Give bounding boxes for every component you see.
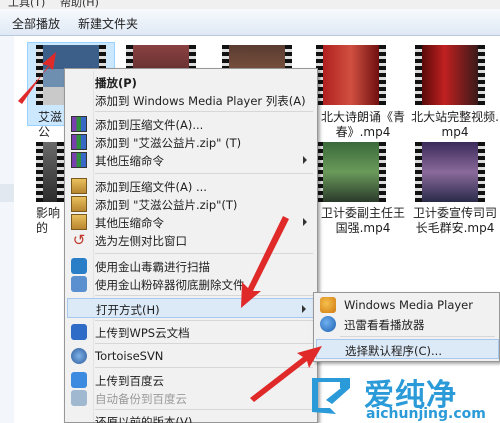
file-name[interactable]: 北大诗朗诵《青 春》.mp4 — [316, 110, 410, 140]
menu-item-other-compress-2[interactable]: 其他压缩命令 — [67, 213, 315, 231]
video-thumbnail[interactable] — [316, 45, 386, 105]
video-thumbnail[interactable] — [415, 45, 485, 105]
file-name-line: 北大站完整视频. — [411, 110, 499, 124]
menu-item-label: 添加到压缩文件(A)... — [95, 118, 204, 132]
menu-tools[interactable]: 工具(T) — [8, 0, 45, 9]
file-name-line: 卫计委宣传司司 — [412, 206, 497, 220]
menu-separator — [95, 253, 313, 254]
video-thumbnail[interactable] — [36, 142, 64, 202]
menu-separator — [95, 111, 313, 112]
menu-item-label: 迅雷看看播放器 — [344, 318, 425, 332]
baidu-cloud-icon — [71, 372, 87, 388]
submenu-arrow-icon — [302, 305, 306, 313]
menu-item-baidu-backup[interactable]: 自动备份到百度云 — [67, 389, 315, 407]
compare-arrow-icon: ↺ — [72, 231, 86, 249]
menu-item-add-archive-2[interactable]: 添加到压缩文件(A) ... — [67, 177, 315, 195]
file-name-line: 国强.mp4 — [335, 221, 391, 235]
menu-item-label: 上传到百度云 — [95, 374, 164, 388]
navigation-pane[interactable] — [0, 36, 14, 423]
menu-item-add-zip-2[interactable]: 添加到 "艾滋公益片.zip"(T) — [67, 195, 315, 213]
menu-item-add-wmp[interactable]: 添加到 Windows Media Player 列表(A) — [67, 91, 315, 109]
menu-item-label: 添加到 "艾滋公益片.zip" (T) — [95, 136, 242, 150]
menu-item-label: 使用金山粉碎器彻底删除文件 — [95, 278, 245, 292]
file-name-line: 春》.mp4 — [335, 125, 391, 139]
menu-item-label: 还原以前的版本(V) — [95, 415, 193, 423]
thunder-player-icon — [320, 316, 336, 332]
menu-item-label: 打开方式(H) — [96, 303, 160, 317]
file-name-line: mp4 — [441, 125, 469, 139]
menu-separator — [95, 343, 313, 344]
play-all-button[interactable]: 全部播放 — [12, 15, 60, 32]
menu-help[interactable]: 帮助(H) — [60, 0, 99, 9]
menu-item-label: 添加到压缩文件(A) ... — [95, 180, 207, 194]
submenu-item-wmp[interactable]: Windows Media Player — [316, 296, 499, 314]
menu-item-wps-upload[interactable]: 上传到WPS云文档 — [67, 323, 315, 341]
menu-item-label: TortoiseSVN — [95, 349, 164, 363]
open-with-submenu: Windows Media Player 迅雷看看播放器 选择默认程序(C)..… — [313, 292, 500, 362]
file-name[interactable]: 卫计委副主任王 国强.mp4 — [316, 206, 410, 236]
aichunjing-logo-icon — [312, 378, 350, 414]
tortoisesvn-icon — [71, 348, 87, 364]
submenu-item-choose-default[interactable]: 选择默认程序(C)... — [316, 339, 499, 359]
video-thumbnail[interactable] — [316, 142, 386, 202]
video-thumbnail[interactable] — [415, 142, 485, 202]
new-folder-button[interactable]: 新建文件夹 — [78, 15, 138, 32]
submenu-arrow-icon — [303, 352, 307, 360]
menu-item-restore[interactable]: 还原以前的版本(V) — [67, 412, 315, 423]
menu-item-label: 选择默认程序(C)... — [345, 344, 442, 358]
menu-separator — [95, 367, 313, 368]
menu-item-label: 播放(P) — [95, 76, 137, 90]
submenu-arrow-icon — [303, 156, 307, 164]
nav-slot — [0, 184, 14, 202]
menu-item-play[interactable]: 播放(P) — [67, 73, 315, 91]
menu-item-baidu-upload[interactable]: 上传到百度云 — [67, 371, 315, 389]
menu-item-label: 使用金山毒霸进行扫描 — [95, 260, 210, 274]
file-name[interactable]: 卫计委宣传司司 长毛群安.mp4 — [410, 206, 500, 236]
menu-item-open-with[interactable]: 打开方式(H) — [67, 298, 315, 318]
file-name[interactable]: 影响的 — [36, 206, 66, 236]
menu-separator — [340, 336, 495, 337]
menu-separator — [95, 409, 313, 410]
menu-item-label: 其他压缩命令 — [95, 154, 164, 168]
file-name-line: 长毛群安.mp4 — [415, 221, 495, 235]
submenu-arrow-icon — [303, 218, 307, 226]
menu-item-label: 其他压缩命令 — [95, 216, 164, 230]
menu-item-label: 上传到WPS云文档 — [95, 326, 190, 340]
watermark: 爱纯净 aichunjing.com — [306, 370, 500, 423]
file-name-line: 卫计委副主任王 — [320, 206, 405, 220]
file-name-line: 北大诗朗诵《青 — [320, 110, 405, 124]
menu-item-label: 添加到 Windows Media Player 列表(A) — [95, 94, 306, 108]
menu-item-compare[interactable]: ↺ 选为左侧对比窗口 — [67, 231, 315, 249]
zip-archive-icon — [71, 214, 87, 230]
wps-cloud-icon — [71, 324, 87, 340]
menu-separator — [95, 320, 313, 321]
menu-separator — [95, 173, 313, 174]
watermark-url: aichunjing.com — [366, 406, 486, 422]
menu-separator — [95, 295, 313, 296]
winrar-icon — [71, 152, 87, 168]
menu-item-label: 自动备份到百度云 — [95, 392, 187, 406]
menu-item-label: 添加到 "艾滋公益片.zip"(T) — [95, 198, 238, 212]
winrar-icon — [71, 134, 87, 150]
menu-item-label: 选为左侧对比窗口 — [95, 234, 187, 248]
context-menu: 播放(P) 添加到 Windows Media Player 列表(A) 添加到… — [64, 68, 318, 423]
menu-item-other-compress[interactable]: 其他压缩命令 — [67, 151, 315, 169]
submenu-item-thunder[interactable]: 迅雷看看播放器 — [316, 315, 499, 333]
menu-bar: 工具(T) 帮助(H) — [0, 0, 500, 9]
menu-item-scan[interactable]: 使用金山毒霸进行扫描 — [67, 257, 315, 275]
menu-item-add-zip[interactable]: 添加到 "艾滋公益片.zip" (T) — [67, 133, 315, 151]
file-shredder-icon — [71, 276, 87, 292]
menu-item-tortoisesvn[interactable]: TortoiseSVN — [67, 347, 315, 365]
menu-item-shred[interactable]: 使用金山粉碎器彻底删除文件 — [67, 275, 315, 293]
zip-archive-icon — [71, 196, 87, 212]
baidu-backup-icon — [71, 390, 87, 406]
antivirus-scan-icon — [71, 258, 87, 274]
winrar-icon — [71, 116, 87, 132]
windows-media-player-icon — [320, 297, 336, 313]
menu-item-label: Windows Media Player — [344, 298, 473, 312]
zip-archive-icon — [71, 178, 87, 194]
menu-item-add-archive[interactable]: 添加到压缩文件(A)... — [67, 115, 315, 133]
toolbar: 全部播放 新建文件夹 — [0, 9, 500, 36]
file-name[interactable]: 北大站完整视频. mp4 — [410, 110, 500, 140]
